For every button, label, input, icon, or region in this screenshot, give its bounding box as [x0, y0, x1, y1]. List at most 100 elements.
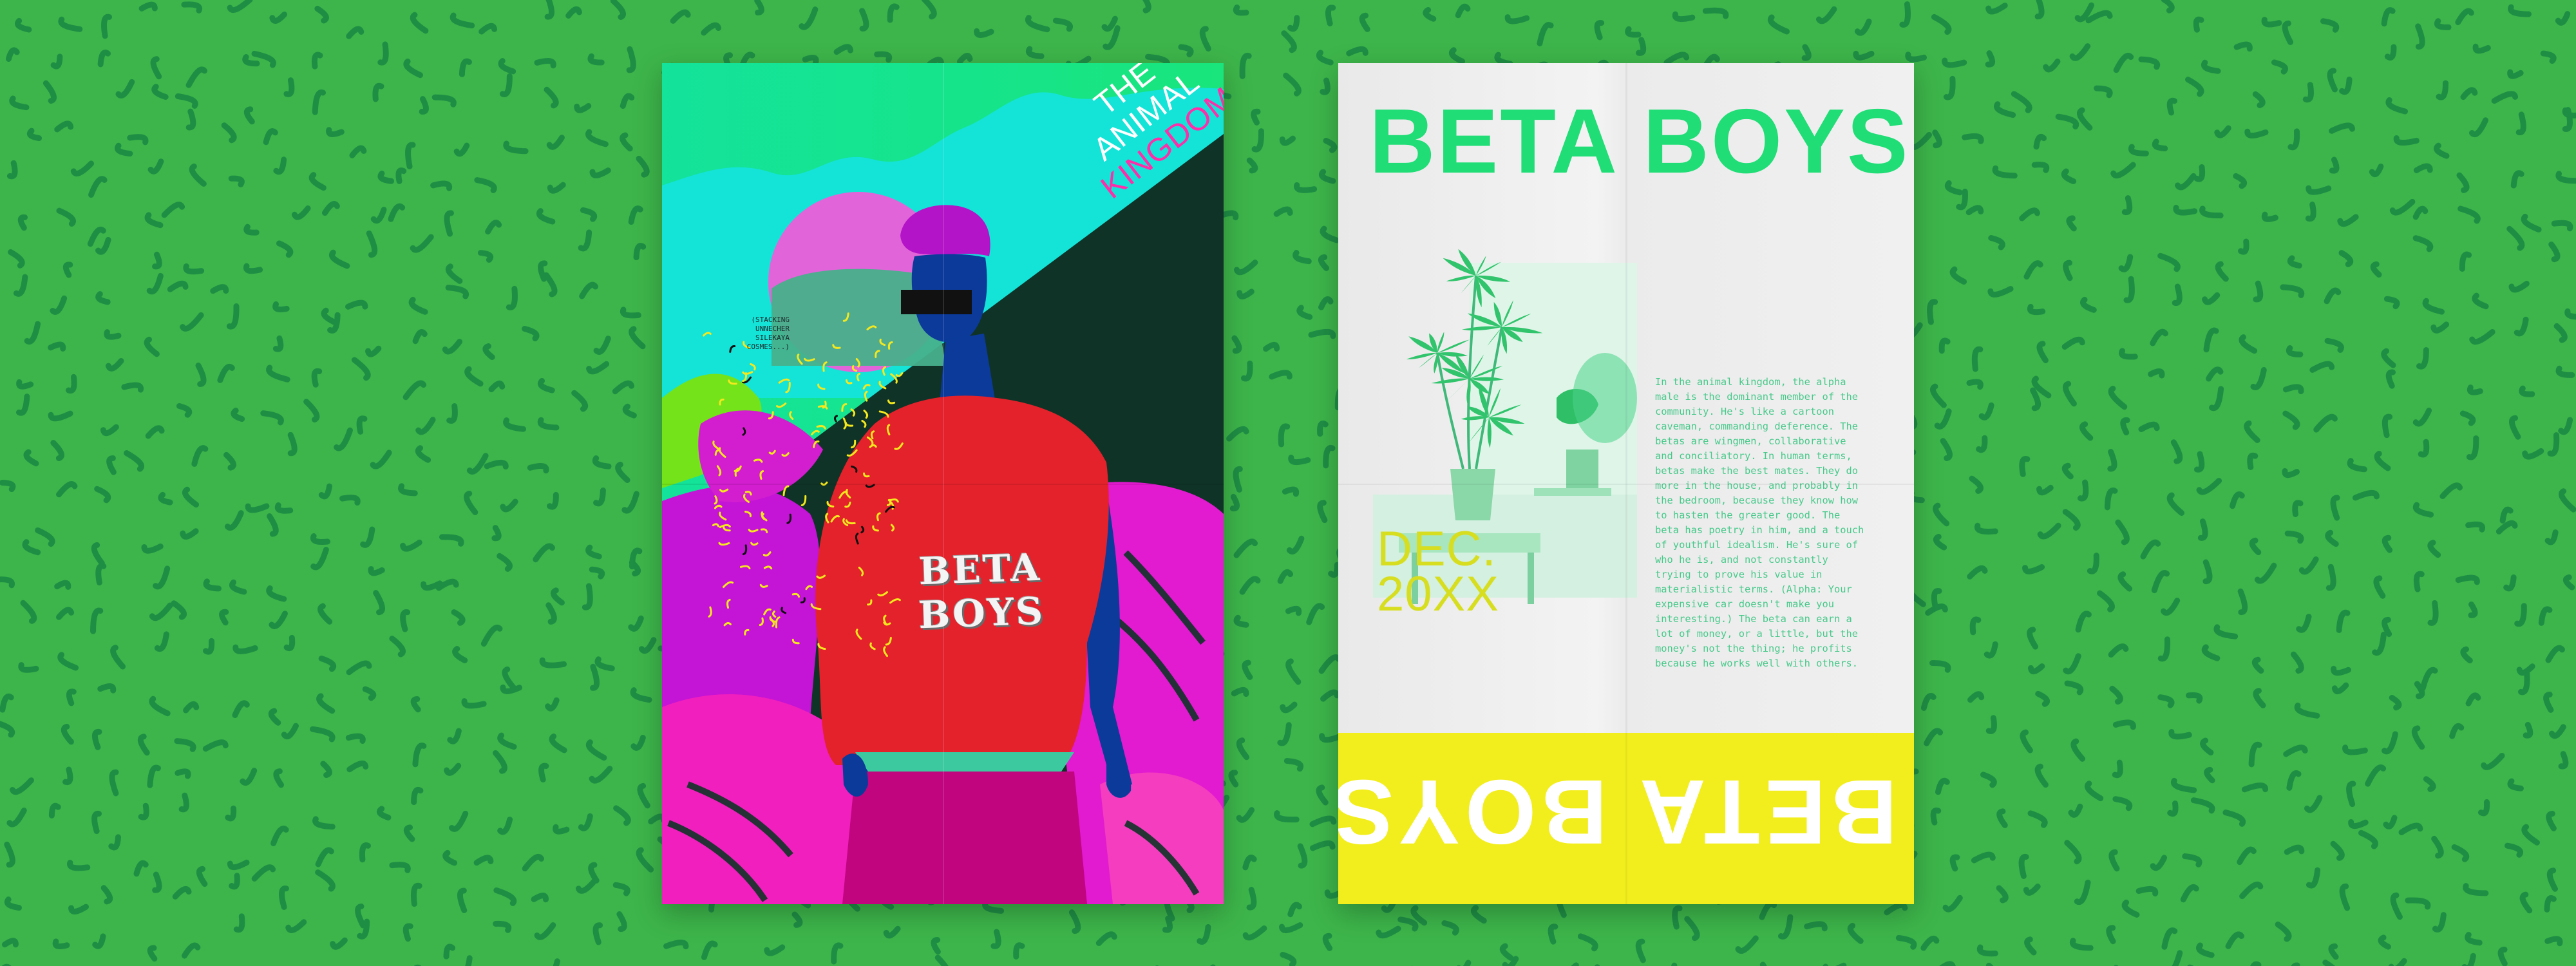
squiggle-shape [616, 911, 627, 933]
squiggle-shape [87, 226, 106, 247]
squiggle-shape [339, 495, 361, 506]
squiggle-shape [1895, 934, 1917, 950]
squiggle-shape [1323, 445, 1336, 469]
squiggle-shape [2430, 321, 2450, 334]
squiggle-shape [310, 547, 329, 571]
squiggle-shape [15, 17, 32, 33]
squiggle-shape [2168, 729, 2192, 740]
squiggle-shape [1996, 885, 2009, 904]
squiggle-shape [2544, 895, 2557, 913]
squiggle-shape [2519, 385, 2535, 397]
squiggle-shape [2546, 867, 2558, 892]
squiggle-shape [1577, 933, 1598, 952]
squiggle-shape [2306, 185, 2332, 195]
squiggle-shape [151, 84, 169, 100]
squiggle-shape [447, 728, 462, 744]
squiggle-shape [1504, 14, 1530, 24]
squiggle-shape [2420, 667, 2438, 692]
squiggle-shape [2180, 884, 2199, 903]
squiggle-shape [2238, 238, 2249, 255]
squiggle-shape [2496, 520, 2518, 535]
squiggle-shape [1985, 3, 2008, 15]
squiggle-shape [536, 208, 556, 225]
squiggle-shape [403, 824, 415, 842]
squiggle-shape [2023, 260, 2043, 280]
squiggle-shape [189, 163, 207, 187]
squiggle-shape [2121, 899, 2140, 918]
squiggle-shape [315, 847, 334, 867]
squiggle-shape [2138, 421, 2160, 433]
squiggle-shape [2456, 172, 2470, 193]
squiggle-shape [1316, 50, 1334, 66]
squiggle-shape [612, 380, 635, 395]
squiggle-shape [1548, 923, 1558, 945]
squiggle-shape [182, 486, 200, 508]
squiggle-shape [2161, 927, 2178, 950]
squiggle-shape [18, 662, 39, 673]
squiggle-shape [2085, 10, 2113, 24]
squiggle-shape [2381, 7, 2396, 27]
event-date-text: DEC. 20XX [1377, 522, 1499, 621]
squiggle-shape [2193, 164, 2206, 182]
squiggle-shape [2107, 449, 2117, 472]
squiggle-shape [2233, 41, 2253, 52]
squiggle-shape [2244, 420, 2260, 443]
squiggle-shape [2324, 337, 2344, 353]
squiggle-shape [589, 663, 600, 691]
squiggle-shape [1323, 138, 1338, 153]
squiggle-shape [493, 887, 517, 907]
squiggle-shape [228, 175, 245, 187]
squiggle-shape [312, 816, 336, 830]
squiggle-shape [260, 410, 284, 426]
squiggle-shape [2389, 694, 2402, 711]
squiggle-shape [2282, 468, 2300, 478]
squiggle-shape [174, 738, 196, 752]
squiggle-shape [1702, 7, 1729, 19]
squiggle-shape [2322, 960, 2336, 966]
squiggle-shape [2031, 162, 2050, 173]
squiggle-shape [2413, 163, 2433, 173]
squiggle-shape [56, 207, 76, 227]
squiggle-shape [2559, 488, 2576, 513]
squiggle-shape [1905, 52, 1927, 62]
squiggle-shape [2066, 215, 2077, 232]
squiggle-shape [1233, 4, 1249, 16]
squiggle-shape [2247, 452, 2259, 470]
squiggle-shape [180, 312, 204, 332]
squiggle-shape [2173, 205, 2198, 216]
squiggle-shape [1965, 205, 1984, 216]
squiggle-shape [445, 263, 463, 284]
squiggle-shape [2064, 680, 2084, 696]
squiggle-shape [50, 295, 68, 315]
squiggle-shape [2465, 692, 2481, 706]
squiggle-shape [451, 609, 466, 626]
squiggle-shape [1052, 17, 1073, 32]
squiggle-shape [553, 958, 560, 966]
squiggle-shape [1927, 299, 1938, 325]
squiggle-shape [408, 296, 428, 315]
squiggle-shape [57, 652, 79, 671]
squiggle-shape [269, 611, 288, 629]
squiggle-shape [180, 528, 199, 540]
squiggle-shape [2338, 250, 2354, 267]
squiggle-shape [2514, 316, 2529, 337]
squiggle-shape [2018, 854, 2029, 879]
squiggle-shape [2197, 518, 2208, 541]
squiggle-shape [2461, 952, 2476, 966]
squiggle-shape [2119, 348, 2138, 360]
squiggle-shape [91, 542, 105, 567]
squiggle-shape [2120, 417, 2130, 436]
squiggle-shape [2549, 724, 2566, 739]
squiggle-shape [1976, 435, 1988, 453]
squiggle-shape [196, 866, 208, 887]
squiggle-shape [91, 811, 102, 835]
squiggle-shape [2432, 912, 2447, 933]
squiggle-shape [2544, 529, 2559, 545]
squiggle-shape [2306, 867, 2321, 889]
squiggle-shape [2030, 387, 2041, 412]
squiggle-shape [1328, 562, 1340, 578]
squiggle-shape [2378, 934, 2391, 950]
squiggle-shape [1296, 305, 1313, 320]
squiggle-shape [585, 129, 609, 147]
squiggle-shape [550, 587, 565, 606]
